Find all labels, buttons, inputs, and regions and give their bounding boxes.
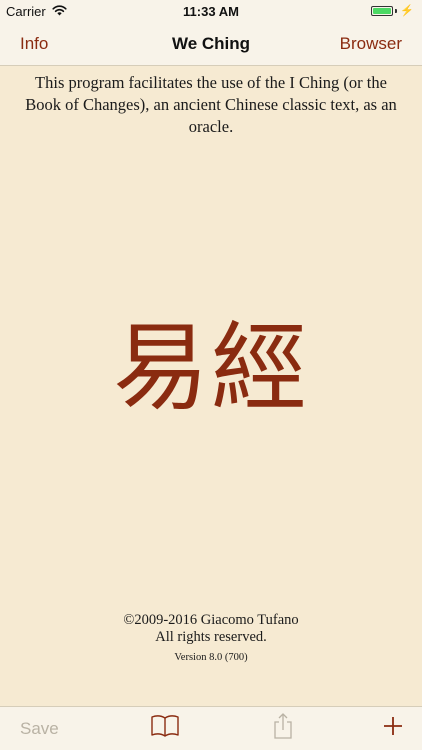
wifi-icon: [52, 4, 67, 19]
version-label: Version 8.0 (700): [174, 652, 248, 663]
plus-icon: [382, 715, 404, 742]
charging-bolt-icon: ⚡: [400, 4, 414, 17]
browser-button[interactable]: Browser: [340, 22, 402, 65]
share-button[interactable]: [268, 707, 298, 750]
book-icon: [150, 714, 180, 743]
navigation-bar: Info We Ching Browser: [0, 22, 422, 66]
book-button[interactable]: [148, 707, 182, 750]
share-icon: [272, 712, 294, 745]
bottom-toolbar: Save: [0, 706, 422, 750]
rights-line: All rights reserved.: [155, 629, 267, 645]
save-button[interactable]: Save: [20, 707, 59, 750]
copyright-line: ©2009-2016 Giacomo Tufano: [123, 612, 299, 628]
description-text: This program facilitates the use of the …: [25, 73, 397, 136]
copyright-block: ©2009-2016 Giacomo Tufano All rights res…: [0, 612, 422, 646]
battery-icon: ⚡: [371, 4, 414, 17]
i-ching-characters: 易經: [113, 312, 309, 424]
carrier-label: Carrier: [6, 3, 46, 19]
status-bar: Carrier 11:33 AM ⚡: [0, 0, 422, 22]
carrier-group: Carrier: [6, 4, 67, 19]
add-button[interactable]: [380, 707, 406, 750]
